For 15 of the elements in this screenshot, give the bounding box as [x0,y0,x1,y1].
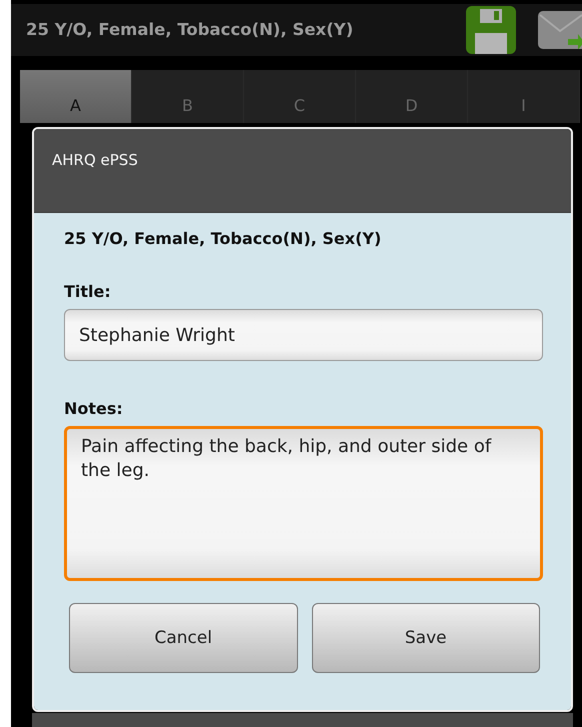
tab[interactable]: B [132,70,244,123]
envelope-icon[interactable] [538,10,582,49]
tab[interactable]: C [244,70,356,123]
tab[interactable]: I [468,70,580,123]
dialog-title: AHRQ ePSS [34,128,571,213]
field-label: Notes: [64,398,124,418]
tab[interactable]: D [356,70,468,123]
notes-field[interactable]: Pain affecting the back, hip, and outer side of the leg. [64,426,543,581]
action-bar-title: 25 Y/O, Female, Tobacco(N), Sex(Y) [26,20,354,40]
title-field[interactable]: Stephanie Wright [64,308,543,361]
dialog-subtitle: 25 Y/O, Female, Tobacco(N), Sex(Y) [64,228,382,248]
save-button[interactable]: Save [312,602,540,673]
cancel-button[interactable]: Cancel [69,602,298,673]
tab[interactable]: A [20,70,132,123]
field-label: Title: [64,282,112,301]
